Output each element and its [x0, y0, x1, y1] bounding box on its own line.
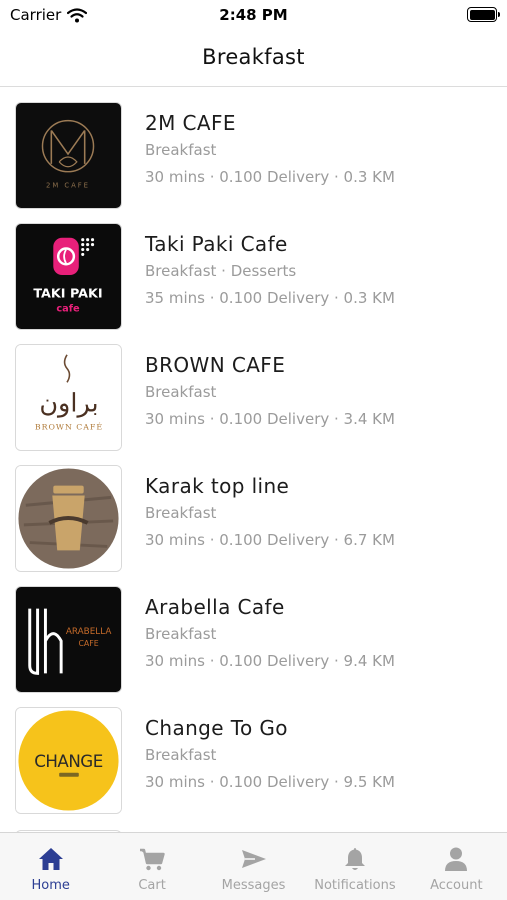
karak-cup-logo-icon	[16, 466, 121, 571]
taki-paki-logo-icon: TAKI PAKI cafe	[16, 224, 121, 329]
logo-subtext: cafe	[56, 303, 80, 314]
restaurant-delivery-info: 30 mins · 0.100 Delivery · 0.3 KM	[145, 168, 395, 186]
restaurant-delivery-info: 35 mins · 0.100 Delivery · 0.3 KM	[145, 289, 395, 307]
2m-cafe-logo-icon: 2M CAFE	[16, 103, 121, 208]
restaurant-delivery-info: 30 mins · 0.100 Delivery · 9.4 KM	[145, 652, 395, 670]
restaurant-categories: Breakfast	[145, 746, 217, 764]
home-icon	[38, 848, 63, 870]
restaurant-name: Taki Paki Cafe	[145, 232, 288, 256]
restaurant-row[interactable]: Karak top line Breakfast 30 mins · 0.100…	[0, 451, 507, 572]
logo-subtext: BROWN CAFÉ	[35, 422, 103, 431]
tab-messages[interactable]: Messages	[203, 833, 304, 900]
logo-text: براون	[39, 389, 98, 419]
restaurant-logo: TAKI PAKI cafe	[15, 223, 122, 330]
tab-home-label: Home	[31, 878, 70, 893]
restaurant-list[interactable]: 2M CAFE 2M CAFE Breakfast 30 mins · 0.10…	[0, 88, 507, 832]
bell-icon	[344, 848, 365, 870]
brown-cafe-logo-icon: براون BROWN CAFÉ	[16, 345, 121, 450]
restaurant-categories: Breakfast	[145, 383, 217, 401]
restaurant-name: 2M CAFE	[145, 111, 236, 135]
restaurant-row[interactable]: براون BROWN CAFÉ BROWN CAFE Breakfast 30…	[0, 330, 507, 451]
tab-notifications[interactable]: Notifications	[304, 833, 405, 900]
user-icon	[445, 847, 468, 871]
restaurant-logo: CHANGE	[15, 707, 122, 814]
restaurant-categories: Breakfast	[145, 625, 217, 643]
tab-messages-label: Messages	[221, 878, 286, 893]
restaurant-name: Arabella Cafe	[145, 595, 285, 619]
tab-account[interactable]: Account	[406, 833, 507, 900]
tab-home[interactable]: Home	[0, 833, 101, 900]
restaurant-name: Change To Go	[145, 716, 288, 740]
restaurant-delivery-info: 30 mins · 0.100 Delivery · 6.7 KM	[145, 531, 395, 549]
navigation-bar: Breakfast	[0, 30, 507, 87]
cart-icon	[140, 848, 165, 871]
arabella-logo-icon: ARABELLA CAFE	[16, 587, 121, 692]
restaurant-name: BROWN CAFE	[145, 353, 286, 377]
page-title: Breakfast	[202, 45, 305, 69]
restaurant-logo: 2M CAFE	[15, 102, 122, 209]
restaurant-row[interactable]: TAKI PAKI cafe Taki Paki Cafe Breakfast …	[0, 209, 507, 330]
logo-text: TAKI PAKI	[33, 287, 102, 302]
restaurant-row[interactable]: CHANGE Change To Go Breakfast 30 mins · …	[0, 693, 507, 814]
restaurant-logo	[15, 465, 122, 572]
tab-cart[interactable]: Cart	[101, 833, 202, 900]
restaurant-delivery-info: 30 mins · 0.100 Delivery · 9.5 KM	[145, 773, 395, 791]
restaurant-categories: Breakfast	[145, 504, 217, 522]
restaurant-logo: ARABELLA CAFE	[15, 586, 122, 693]
logo-subtext: CAFE	[78, 639, 98, 648]
tab-bar: Home Cart Messages Notifications Account	[0, 832, 507, 900]
logo-text: ARABELLA	[66, 627, 112, 637]
restaurant-delivery-info: 30 mins · 0.100 Delivery · 3.4 KM	[145, 410, 395, 428]
tab-notifications-label: Notifications	[314, 878, 396, 893]
tab-cart-label: Cart	[138, 878, 166, 893]
clock: 2:48 PM	[219, 6, 288, 24]
status-bar: Carrier 2:48 PM	[0, 0, 507, 30]
change-logo-icon: CHANGE	[16, 708, 121, 813]
restaurant-row[interactable]: 2M CAFE 2M CAFE Breakfast 30 mins · 0.10…	[0, 88, 507, 209]
send-icon	[241, 850, 266, 868]
logo-text: 2M CAFE	[46, 181, 90, 189]
restaurant-logo: براون BROWN CAFÉ	[15, 344, 122, 451]
logo-text: CHANGE	[34, 752, 103, 771]
battery-icon	[467, 7, 500, 22]
restaurant-categories: Breakfast · Desserts	[145, 262, 297, 280]
restaurant-row[interactable]: ARABELLA CAFE Arabella Cafe Breakfast 30…	[0, 572, 507, 693]
restaurant-categories: Breakfast	[145, 141, 217, 159]
tab-account-label: Account	[430, 878, 483, 893]
restaurant-name: Karak top line	[145, 474, 290, 498]
